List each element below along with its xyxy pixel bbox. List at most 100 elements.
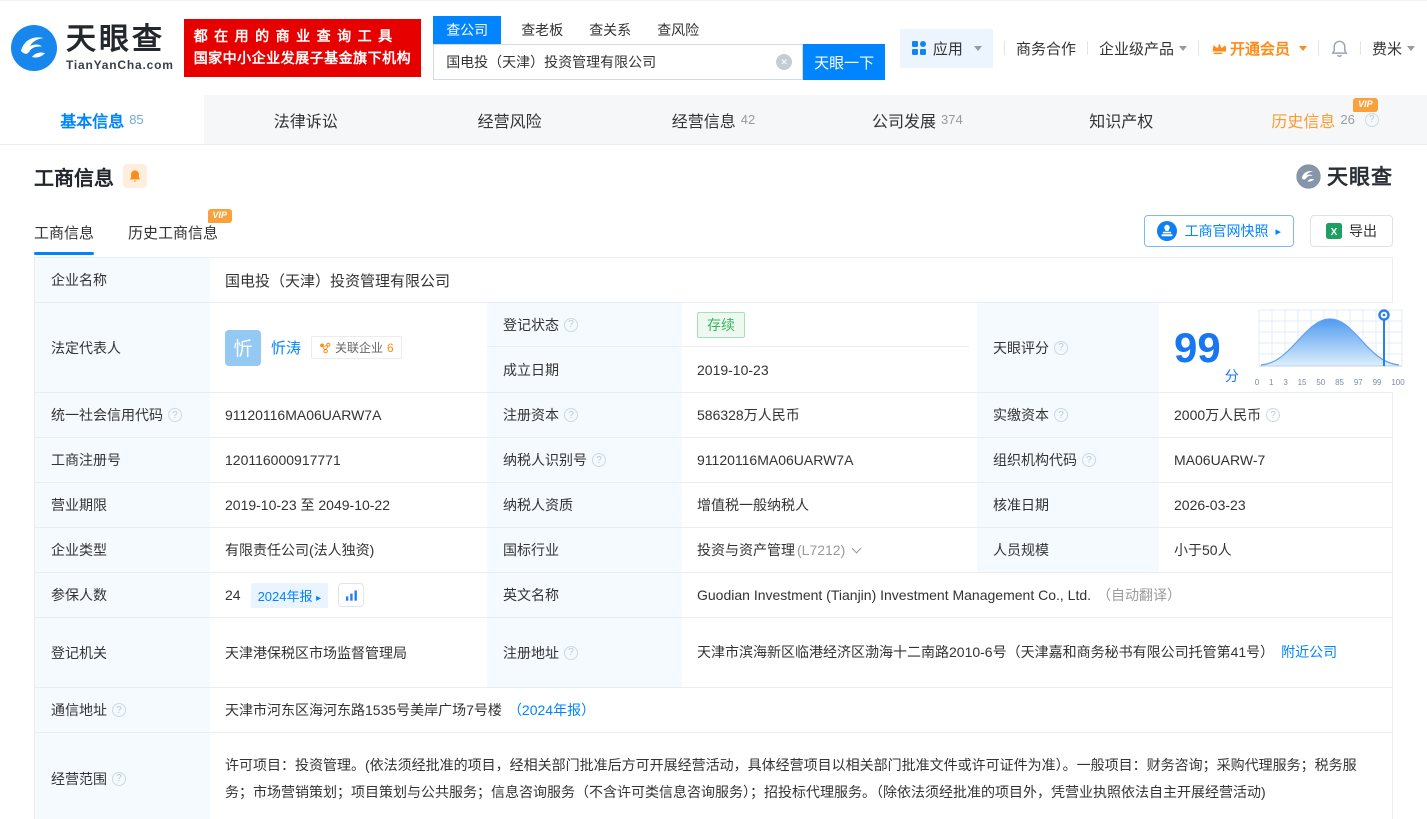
industry-value: 投资与资产管理(L7212) — [683, 528, 969, 572]
annual-report-link[interactable]: （2024年报） — [508, 700, 595, 720]
reg-status-value: 存续 — [683, 303, 969, 347]
svg-text:X: X — [1331, 227, 1338, 238]
field-label: 企业名称 — [35, 258, 211, 302]
term-value: 2019-10-23 至 2049-10-22 — [211, 483, 479, 527]
watermark-logo-icon — [1296, 164, 1321, 189]
field-label: 参保人数 — [35, 573, 211, 617]
avatar: 忻 — [225, 330, 261, 366]
site-header: 天眼查 TianYanCha.com 都在用的商业查询工具 国家中小企业发展子基… — [0, 0, 1427, 95]
tab-intellectual-property[interactable]: 知识产权 — [1019, 95, 1223, 144]
nearby-companies-link[interactable]: 附近公司 — [1281, 644, 1337, 660]
trend-chart-icon[interactable] — [338, 583, 364, 607]
official-snapshot-button[interactable]: 工商官网快照▸ — [1144, 215, 1294, 247]
field-label: 国标行业 — [487, 528, 683, 572]
mail-address-value: 天津市河东区海河东路1535号美岸广场7号楼（2024年报） — [211, 688, 1392, 732]
field-label: 注册资本? — [487, 393, 683, 437]
field-label: 组织机构代码? — [977, 438, 1160, 482]
nav-open-vip[interactable]: 开通会员 — [1210, 38, 1307, 59]
tab-legal-lawsuits[interactable]: 法律诉讼 — [204, 95, 408, 144]
export-button[interactable]: X 导出 — [1310, 215, 1393, 247]
search-tab-risk[interactable]: 查风险 — [657, 16, 699, 44]
stamp-icon — [1157, 221, 1177, 241]
help-icon[interactable]: ? — [112, 772, 126, 786]
tab-operation-risk[interactable]: 经营风险 — [408, 95, 612, 144]
table-row: 企业类型 有限责任公司(法人独资) 国标行业 投资与资产管理(L7212) 人员… — [35, 527, 1392, 572]
table-row: 工商注册号 120116000917771 纳税人识别号? 91120116MA… — [35, 437, 1392, 482]
tianyancha-logo[interactable]: 天眼查 TianYanCha.com — [10, 24, 174, 72]
chevron-down-icon — [1299, 46, 1307, 51]
tianyancha-watermark: 天眼查 — [1296, 161, 1393, 191]
legal-rep-link[interactable]: 忻涛 — [271, 337, 301, 358]
subtab-business-info[interactable]: 工商信息 — [34, 222, 94, 255]
table-row: 营业期限 2019-10-23 至 2049-10-22 纳税人资质 增值税一般… — [35, 482, 1392, 527]
field-label: 企业类型 — [35, 528, 211, 572]
field-label: 法定代表人 — [35, 303, 211, 392]
vip-badge: VIP — [1353, 98, 1378, 112]
business-scope-value: 许可项目：投资管理。(依法须经批准的项目，经相关部门批准后方可开展经营活动，具体… — [211, 733, 1392, 819]
tab-history-info[interactable]: VIP历史信息26? — [1223, 95, 1427, 144]
taxpayer-quality-value: 增值税一般纳税人 — [683, 483, 969, 527]
search-area: 查公司 查老板 查关系 查风险 ✕ 天眼一下 — [433, 16, 885, 80]
field-label: 统一社会信用代码? — [35, 393, 211, 437]
reg-capital-value: 586328万人民币 — [683, 393, 969, 437]
help-icon[interactable]: ? — [168, 408, 182, 422]
help-icon[interactable]: ? — [564, 646, 578, 660]
help-icon[interactable]: ? — [564, 408, 578, 422]
subscribe-bell-icon[interactable] — [123, 164, 147, 188]
field-label: 核准日期 — [977, 483, 1160, 527]
score-number: 99 — [1174, 327, 1221, 369]
nav-cooperation[interactable]: 商务合作 — [1016, 38, 1076, 59]
help-icon[interactable]: ? — [1082, 453, 1096, 467]
help-icon[interactable]: ? — [564, 318, 578, 332]
tab-basic-info[interactable]: 基本信息85 — [0, 95, 204, 144]
field-label: 纳税人识别号? — [487, 438, 683, 482]
subtab-history-business-info[interactable]: VIP历史工商信息 — [128, 222, 218, 255]
search-button[interactable]: 天眼一下 — [803, 44, 885, 80]
search-input[interactable] — [434, 54, 802, 70]
help-icon[interactable]: ? — [592, 453, 606, 467]
chevron-down-icon[interactable] — [852, 544, 862, 554]
search-tab-relation[interactable]: 查关系 — [589, 16, 631, 44]
table-row: 参保人数 24 2024年报 ▸ 英文名称 Guodian Investment… — [35, 572, 1392, 617]
field-label: 成立日期 — [487, 347, 683, 392]
help-icon[interactable]: ? — [1365, 113, 1379, 127]
paid-capital-value: 2000万人民币? — [1160, 393, 1392, 437]
tab-operation-info[interactable]: 经营信息42 — [612, 95, 816, 144]
reg-address-value: 天津市滨海新区临港经济区渤海十二南路2010-6号（天津嘉和商务秘书有限公司托管… — [683, 618, 1392, 687]
company-type-value: 有限责任公司(法人独资) — [211, 528, 479, 572]
org-network-icon — [319, 342, 331, 354]
brand-slogan: 都在用的商业查询工具 国家中小企业发展子基金旗下机构 — [184, 19, 422, 76]
company-tabbar: 基本信息85 法律诉讼 经营风险 经营信息42 公司发展374 知识产权 VIP… — [0, 95, 1427, 145]
search-tab-company[interactable]: 查公司 — [433, 16, 501, 44]
logo-domain: TianYanCha.com — [66, 58, 174, 72]
table-row: 经营范围? 许可项目：投资管理。(依法须经批准的项目，经相关部门批准后方可开展经… — [35, 732, 1392, 819]
tab-company-development[interactable]: 公司发展374 — [815, 95, 1019, 144]
search-tab-boss[interactable]: 查老板 — [521, 16, 563, 44]
chevron-down-icon — [1179, 46, 1187, 51]
help-icon[interactable]: ? — [1266, 408, 1280, 422]
field-label: 工商注册号 — [35, 438, 211, 482]
help-icon[interactable]: ? — [1054, 341, 1068, 355]
org-code-value: MA06UARW-7 — [1160, 438, 1392, 482]
score-curve-chart: 0131550859799100 — [1255, 308, 1407, 387]
credit-code-value: 91120116MA06UARW7A — [211, 393, 479, 437]
field-label: 经营范围? — [35, 733, 211, 819]
field-label: 天眼评分? — [977, 303, 1160, 392]
chevron-down-icon — [974, 46, 982, 51]
nav-apps[interactable]: 应用 — [900, 29, 993, 68]
nav-enterprise-products[interactable]: 企业级产品 — [1099, 38, 1187, 59]
help-icon[interactable]: ? — [1054, 408, 1068, 422]
authority-value: 天津港保税区市场监督管理局 — [211, 618, 479, 687]
notification-bell-icon[interactable] — [1330, 39, 1349, 58]
related-companies-badge[interactable]: 关联企业6 — [311, 336, 402, 359]
help-icon[interactable]: ? — [112, 703, 126, 717]
legal-rep-value: 忻 忻涛 关联企业6 — [211, 303, 479, 392]
table-row: 企业名称 国电投（天津）投资管理有限公司 — [35, 258, 1392, 302]
nav-user-menu[interactable]: 费米 — [1372, 38, 1415, 59]
approval-date-value: 2026-03-23 — [1160, 483, 1392, 527]
field-label: 纳税人资质 — [487, 483, 683, 527]
section-title: 工商信息 — [34, 162, 114, 191]
annual-report-pill[interactable]: 2024年报 ▸ — [251, 583, 329, 608]
field-label: 实缴资本? — [977, 393, 1160, 437]
tianyancha-logo-icon — [10, 24, 58, 72]
